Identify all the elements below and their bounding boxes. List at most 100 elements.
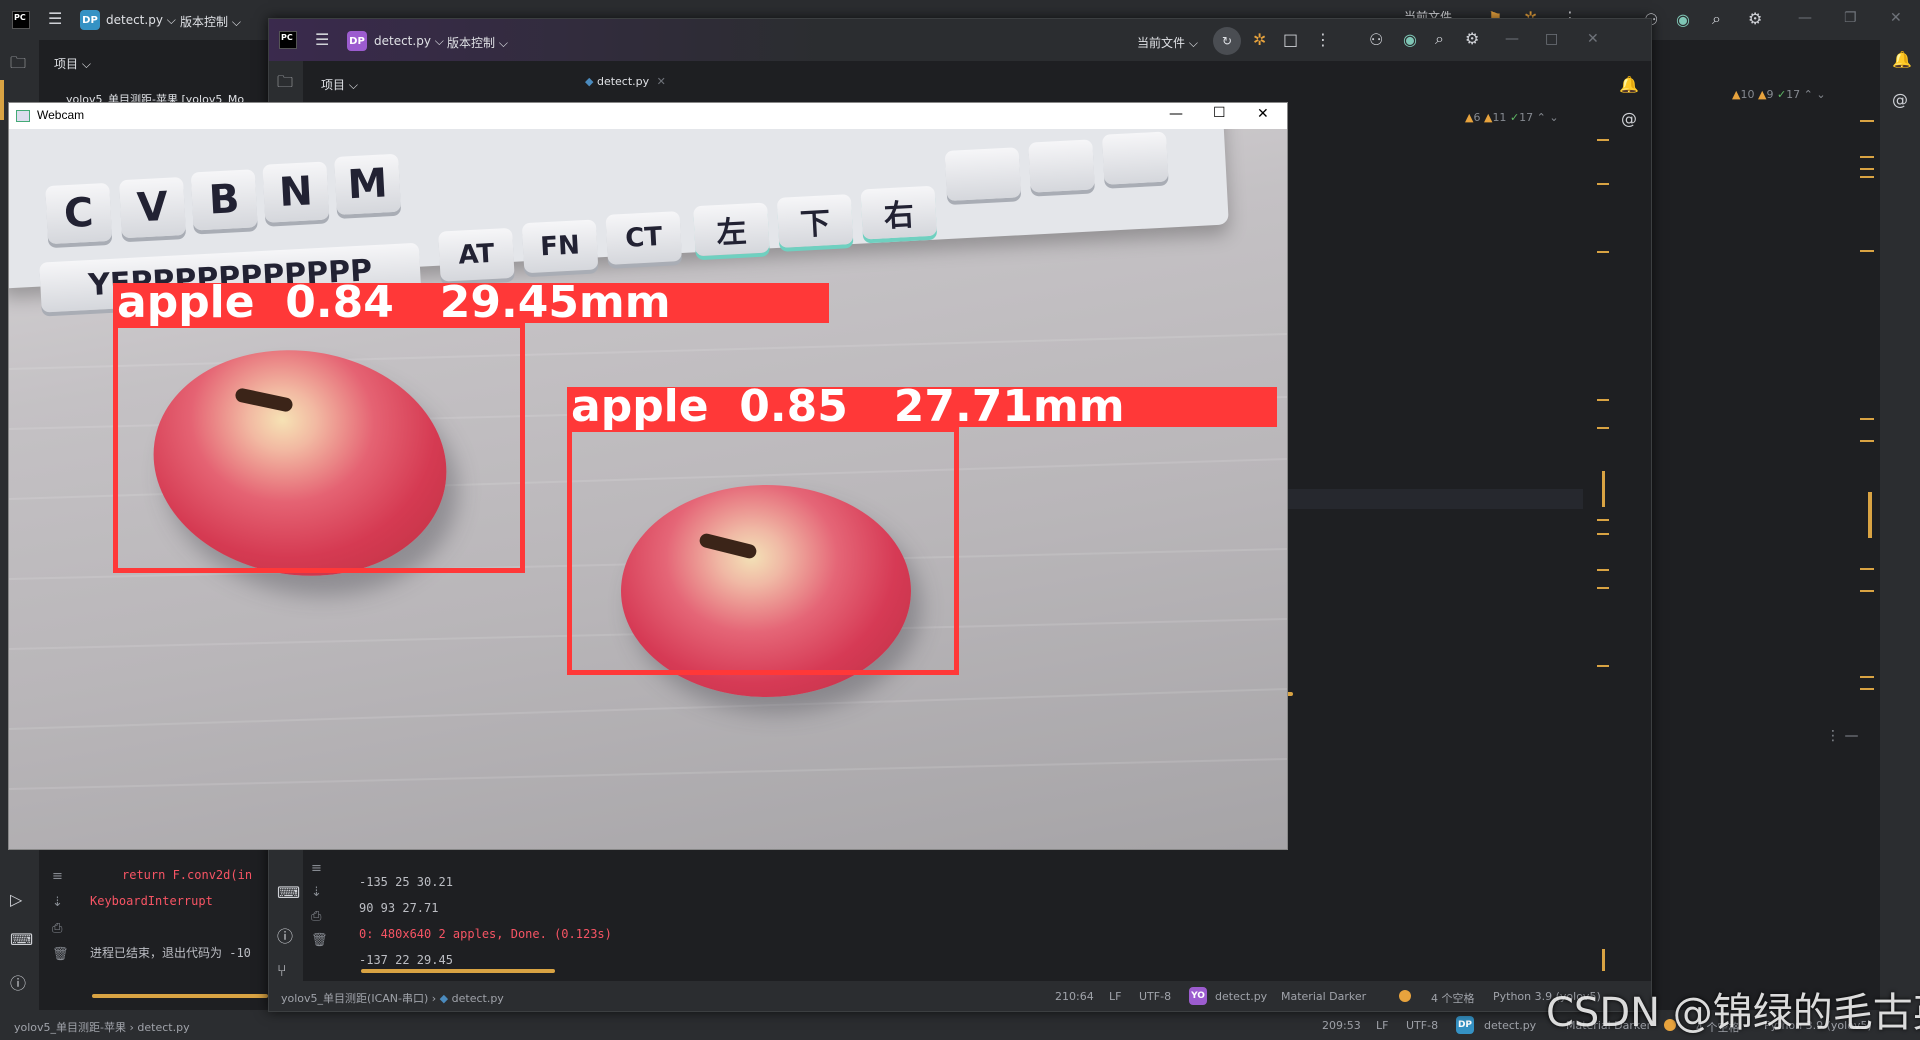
- back-inspection-widget[interactable]: ▲10 ▲9 ✓17 ⌃ ⌄: [1732, 88, 1826, 101]
- stop-icon[interactable]: □: [1283, 30, 1298, 49]
- search-icon[interactable]: ⌕: [1435, 29, 1444, 49]
- project-tool-icon[interactable]: 🗀: [277, 71, 293, 98]
- left-accent-bar: [0, 80, 4, 120]
- more-icon[interactable]: ⋮: [1315, 30, 1331, 49]
- webcam-minimize-button[interactable]: —: [1169, 106, 1183, 122]
- back-weak-count: 9: [1766, 88, 1774, 101]
- settings-icon[interactable]: ⚙: [1465, 29, 1479, 48]
- front-warnings-count: 6: [1473, 111, 1481, 124]
- keycap: 左: [693, 202, 770, 257]
- ai-assistant-icon[interactable]: ◉: [1676, 10, 1690, 29]
- project-badge: DP: [347, 31, 367, 51]
- back-project-tab[interactable]: 项目 ⌵: [54, 55, 91, 72]
- keycap: V: [119, 176, 186, 239]
- problems-tool-icon[interactable]: ⓘ: [10, 970, 26, 994]
- keycap: N: [262, 161, 330, 223]
- minimize-button[interactable]: —: [1798, 10, 1812, 26]
- front-status-file[interactable]: detect.py: [1215, 990, 1267, 1003]
- webcam-close-button[interactable]: ✕: [1257, 106, 1269, 122]
- keycap: [944, 147, 1022, 202]
- front-status-theme[interactable]: Material Darker: [1281, 990, 1366, 1003]
- ai-chat-icon[interactable]: @: [1892, 90, 1908, 109]
- search-icon[interactable]: ⌕: [1712, 9, 1721, 29]
- restore-button[interactable]: ❐: [1844, 10, 1857, 26]
- run-tool-icon[interactable]: ▷: [10, 890, 22, 909]
- close-tab-icon[interactable]: ✕: [657, 75, 666, 88]
- project-tool-icon[interactable]: 🗀: [10, 52, 26, 79]
- vcs-dropdown[interactable]: 版本控制 ⌵: [447, 34, 508, 51]
- vcs-dropdown[interactable]: 版本控制 ⌵: [180, 13, 241, 30]
- front-status-file-badge: YO: [1189, 987, 1207, 1005]
- front-inspection-widget[interactable]: ▲6 ▲11 ✓17 ⌃ ⌄: [1465, 111, 1559, 124]
- watermark: CSDN @锦绿的毛古英: [1546, 990, 1920, 1036]
- close-button[interactable]: ✕: [1587, 31, 1599, 47]
- console-line: return F.conv2d(in: [122, 868, 253, 882]
- detection-box-2: [567, 427, 959, 675]
- ai-assistant-icon[interactable]: ◉: [1403, 30, 1417, 49]
- keycap: AT: [438, 227, 515, 282]
- front-status-indent[interactable]: 4 个空格: [1431, 990, 1475, 1006]
- keycap: B: [190, 169, 258, 231]
- back-status-file[interactable]: detect.py: [1484, 1019, 1536, 1032]
- front-breadcrumb[interactable]: yolov5_单目测距(ICAN-串口) › ◆ detect.py: [281, 990, 504, 1006]
- vcs-label: 版本控制: [180, 15, 229, 29]
- add-user-icon[interactable]: ⚇: [1369, 30, 1383, 49]
- run-config-dropdown[interactable]: 当前文件 ⌵: [1137, 34, 1198, 51]
- back-breadcrumb[interactable]: yolov5_单目测距-苹果 › detect.py: [14, 1019, 190, 1035]
- project-badge: DP: [80, 10, 100, 30]
- main-menu-icon[interactable]: ☰: [48, 9, 62, 28]
- problems-tool-icon[interactable]: ⓘ: [277, 923, 293, 947]
- print-icon[interactable]: ⎙: [52, 916, 69, 942]
- back-status-encoding[interactable]: UTF-8: [1406, 1019, 1438, 1032]
- python-file-icon: ◆: [585, 75, 594, 88]
- back-status-file-badge: DP: [1456, 1016, 1474, 1034]
- editor-tab-label: detect.py: [596, 75, 650, 88]
- trash-icon[interactable]: 🗑: [52, 942, 69, 968]
- terminal-tool-icon[interactable]: ⌨: [10, 930, 33, 949]
- back-status-position[interactable]: 209:53: [1322, 1019, 1361, 1032]
- front-status-indicator-icon: [1399, 990, 1411, 1002]
- front-status-position[interactable]: 210:64: [1055, 990, 1094, 1003]
- print-icon[interactable]: ⎙: [311, 905, 328, 929]
- back-status-lf[interactable]: LF: [1376, 1019, 1388, 1032]
- front-status-lf[interactable]: LF: [1109, 990, 1121, 1003]
- keycap: 右: [860, 185, 938, 240]
- front-project-tab[interactable]: 项目 ⌵: [321, 76, 358, 93]
- console-line: 90 93 27.71: [359, 901, 439, 915]
- console-hscrollbar[interactable]: [361, 969, 555, 973]
- ai-chat-icon[interactable]: @: [1621, 109, 1637, 128]
- terminal-tool-icon[interactable]: ⌨: [277, 883, 300, 902]
- notifications-icon[interactable]: 🔔: [1619, 75, 1639, 94]
- console-line: 进程已结束，退出代码为 -10: [90, 946, 251, 960]
- webcam-maximize-button[interactable]: ☐: [1213, 105, 1226, 121]
- scroll-end-icon[interactable]: ⇣: [52, 890, 69, 916]
- breadcrumb-project: yolov5_单目测距(ICAN-串口): [281, 992, 429, 1005]
- front-status-encoding[interactable]: UTF-8: [1139, 990, 1171, 1003]
- notifications-icon[interactable]: 🔔: [1892, 50, 1912, 69]
- front-statusbar: yolov5_单目测距(ICAN-串口) › ◆ detect.py 210:6…: [269, 981, 1651, 1011]
- soft-wrap-icon[interactable]: ≡: [52, 864, 69, 890]
- settings-icon[interactable]: ⚙: [1748, 9, 1762, 28]
- front-console-tools: ≡ ⇣ ⎙ 🗑: [311, 857, 328, 953]
- restore-button[interactable]: □: [1545, 31, 1558, 47]
- git-tool-icon[interactable]: ⑂: [277, 961, 287, 980]
- soft-wrap-icon[interactable]: ≡: [311, 857, 328, 881]
- project-tab-label: 项目: [321, 78, 346, 92]
- back-scrollbar[interactable]: [92, 994, 268, 998]
- project-name-dropdown[interactable]: detect.py ⌵: [106, 13, 176, 28]
- project-name: detect.py: [374, 34, 431, 48]
- editor-tab[interactable]: ◆ detect.py ✕: [585, 75, 666, 88]
- project-name-dropdown[interactable]: detect.py ⌵: [374, 34, 444, 49]
- close-button[interactable]: ✕: [1890, 10, 1902, 26]
- detection-label-1: apple 0.84 29.45mm: [113, 281, 829, 325]
- keycap: FN: [521, 219, 599, 274]
- trash-icon[interactable]: 🗑: [311, 929, 328, 953]
- main-menu-icon[interactable]: ☰: [315, 30, 329, 49]
- rerun-icon[interactable]: ↻: [1213, 27, 1241, 55]
- console-line: -135 25 30.21: [359, 875, 453, 889]
- debug-icon[interactable]: ✲: [1253, 30, 1266, 49]
- back-console-menu[interactable]: ⋮ —: [1826, 728, 1858, 744]
- minimize-button[interactable]: —: [1505, 31, 1519, 47]
- scroll-end-icon[interactable]: ⇣: [311, 881, 328, 905]
